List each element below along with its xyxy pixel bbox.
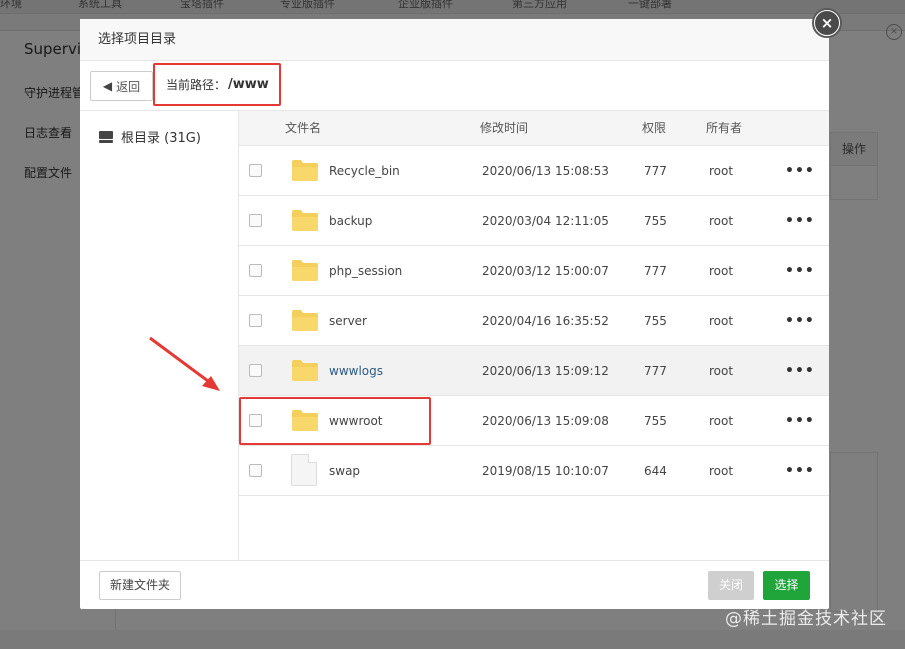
row-owner: root — [709, 414, 734, 428]
select-button[interactable]: 选择 — [763, 571, 810, 600]
row-permission: 777 — [644, 364, 667, 378]
row-file-name[interactable]: wwwroot — [329, 396, 383, 446]
file-icon — [291, 454, 317, 486]
back-button[interactable]: ◀ 返回 — [90, 71, 153, 101]
dialog-close-button[interactable]: × — [812, 8, 842, 38]
hard-drive-icon — [99, 131, 113, 143]
table-row[interactable]: wwwroot 2020/06/13 15:09:08 755 root ••• — [239, 396, 829, 446]
more-options-icon[interactable]: ••• — [785, 396, 815, 446]
close-button[interactable]: 关闭 — [708, 571, 754, 600]
table-row[interactable]: backup 2020/03/04 12:11:05 755 root ••• — [239, 196, 829, 246]
row-modified-time: 2020/06/13 15:09:12 — [482, 364, 609, 378]
row-owner: root — [709, 464, 734, 478]
row-owner: root — [709, 164, 734, 178]
folder-icon — [292, 160, 318, 181]
more-options-icon[interactable]: ••• — [785, 446, 815, 496]
sidebar-item-label: 根目录 (31G) — [121, 131, 201, 146]
new-folder-button[interactable]: 新建文件夹 — [99, 571, 181, 600]
row-permission: 755 — [644, 314, 667, 328]
row-checkbox[interactable] — [249, 264, 262, 277]
back-button-label: 返回 — [116, 79, 141, 94]
folder-icon — [292, 410, 318, 431]
row-file-name[interactable]: backup — [329, 196, 372, 246]
row-modified-time: 2020/06/13 15:08:53 — [482, 164, 609, 178]
more-options-icon[interactable]: ••• — [785, 196, 815, 246]
column-header-name[interactable]: 文件名 — [285, 111, 321, 146]
row-file-name[interactable]: wwwlogs — [329, 346, 383, 396]
row-checkbox[interactable] — [249, 364, 262, 377]
row-modified-time: 2020/03/04 12:11:05 — [482, 214, 609, 228]
current-path: 当前路径： /www — [153, 63, 281, 106]
column-header-owner[interactable]: 所有者 — [706, 111, 742, 146]
row-permission: 644 — [644, 464, 667, 478]
path-toolbar: ◀ 返回 当前路径： /www — [80, 61, 829, 111]
row-modified-time: 2020/04/16 16:35:52 — [482, 314, 609, 328]
row-owner: root — [709, 314, 734, 328]
row-owner: root — [709, 264, 734, 278]
table-header: 文件名 修改时间 权限 所有者 — [239, 111, 829, 146]
row-checkbox[interactable] — [249, 414, 262, 427]
watermark: @稀土掘金技术社区 — [725, 609, 887, 629]
annotation-arrow — [149, 336, 220, 391]
current-path-value: /www — [228, 77, 269, 92]
row-file-name[interactable]: swap — [329, 446, 360, 496]
dialog-title: 选择项目目录 — [80, 19, 829, 61]
current-path-label: 当前路径： — [166, 78, 227, 92]
select-directory-dialog: 选择项目目录 × ◀ 返回 当前路径： /www 根目录 (31G) 文件名 修… — [80, 8, 842, 609]
folder-icon — [292, 310, 318, 331]
row-owner: root — [709, 214, 734, 228]
table-row[interactable]: swap 2019/08/15 10:10:07 644 root ••• — [239, 446, 829, 496]
row-modified-time: 2020/06/13 15:09:08 — [482, 414, 609, 428]
table-row[interactable]: server 2020/04/16 16:35:52 755 root ••• — [239, 296, 829, 346]
row-file-name[interactable]: server — [329, 296, 367, 346]
row-modified-time: 2019/08/15 10:10:07 — [482, 464, 609, 478]
close-icon: × — [815, 11, 839, 35]
row-permission: 777 — [644, 164, 667, 178]
file-table: 文件名 修改时间 权限 所有者 Recycle_bin 2020/06/13 1… — [239, 111, 829, 560]
row-permission: 755 — [644, 414, 667, 428]
row-owner: root — [709, 364, 734, 378]
folder-icon — [292, 210, 318, 231]
folder-icon — [292, 260, 318, 281]
row-file-name[interactable]: Recycle_bin — [329, 146, 400, 196]
more-options-icon[interactable]: ••• — [785, 246, 815, 296]
row-permission: 777 — [644, 264, 667, 278]
dialog-footer: 新建文件夹 关闭 选择 — [80, 560, 829, 609]
row-checkbox[interactable] — [249, 314, 262, 327]
sidebar-item-root[interactable]: 根目录 (31G) — [99, 127, 201, 146]
row-checkbox[interactable] — [249, 464, 262, 477]
row-modified-time: 2020/03/12 15:00:07 — [482, 264, 609, 278]
more-options-icon[interactable]: ••• — [785, 346, 815, 396]
row-file-name[interactable]: php_session — [329, 246, 402, 296]
table-body: Recycle_bin 2020/06/13 15:08:53 777 root… — [239, 146, 829, 496]
more-options-icon[interactable]: ••• — [785, 296, 815, 346]
table-row[interactable]: Recycle_bin 2020/06/13 15:08:53 777 root… — [239, 146, 829, 196]
column-header-permission[interactable]: 权限 — [642, 111, 666, 146]
column-header-mtime[interactable]: 修改时间 — [480, 111, 528, 146]
table-row[interactable]: wwwlogs 2020/06/13 15:09:12 777 root ••• — [239, 346, 829, 396]
table-row[interactable]: php_session 2020/03/12 15:00:07 777 root… — [239, 246, 829, 296]
row-checkbox[interactable] — [249, 214, 262, 227]
more-options-icon[interactable]: ••• — [785, 146, 815, 196]
back-arrow-icon: ◀ — [102, 79, 113, 93]
folder-icon — [292, 360, 318, 381]
row-permission: 755 — [644, 214, 667, 228]
row-checkbox[interactable] — [249, 164, 262, 177]
